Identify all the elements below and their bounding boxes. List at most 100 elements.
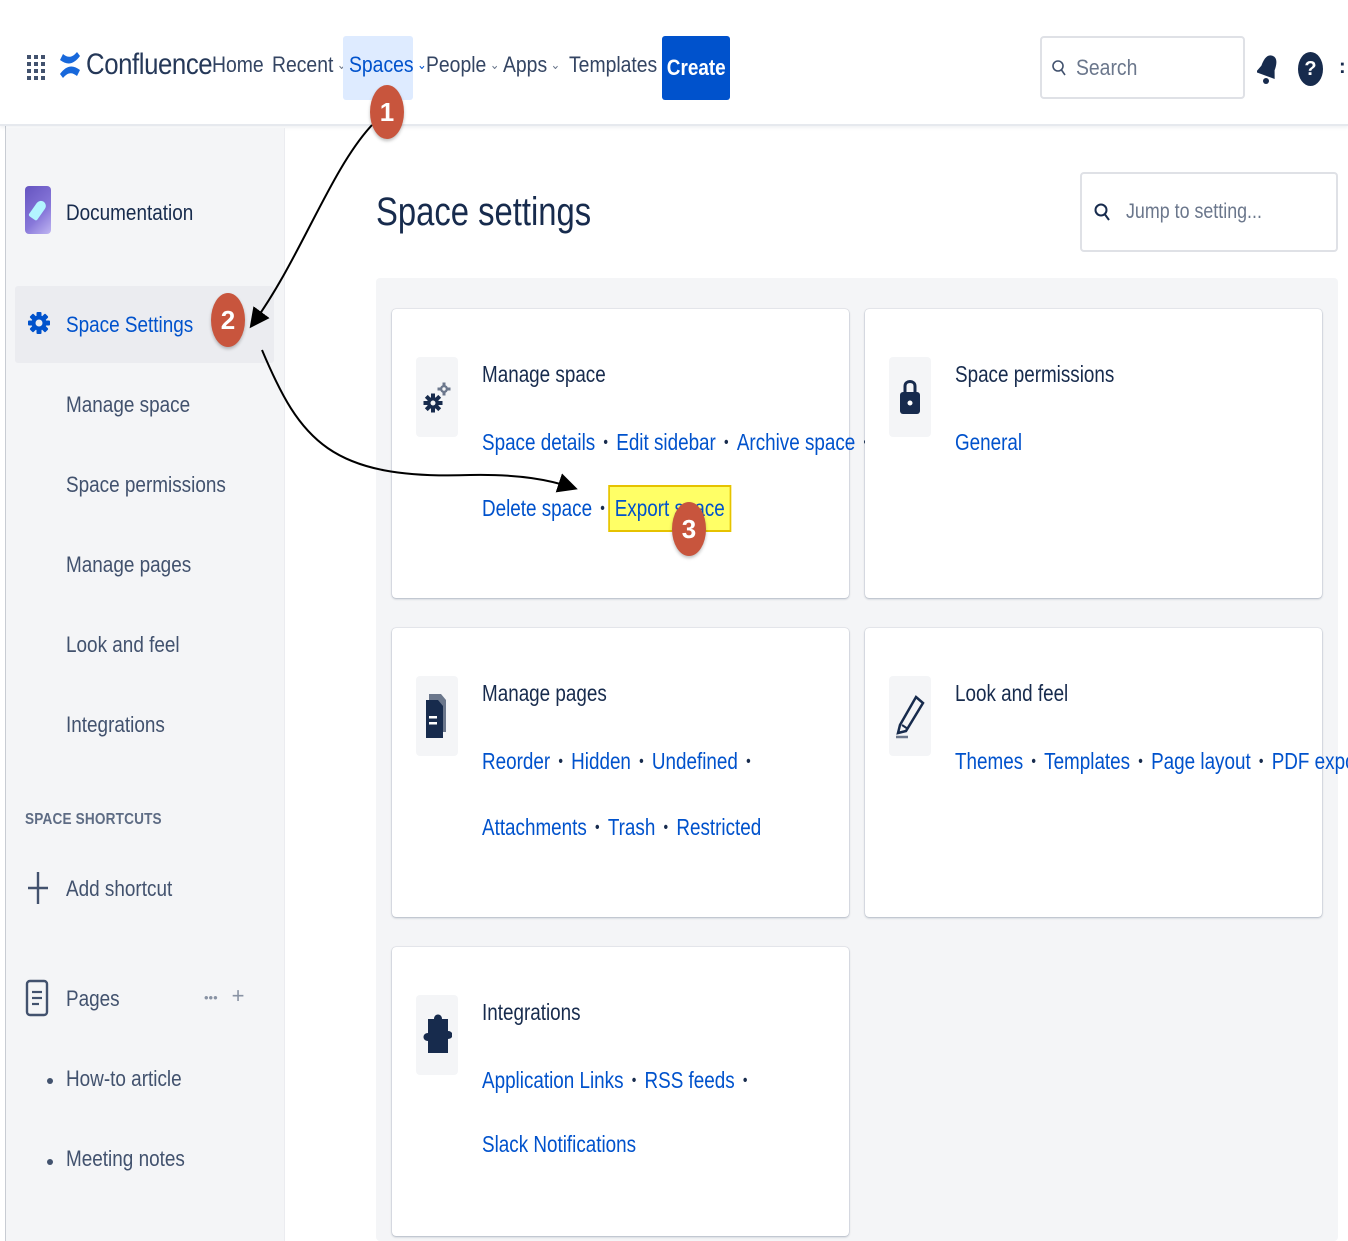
gear-icon: [28, 312, 50, 334]
add-page-icon[interactable]: +: [232, 983, 245, 1013]
card-manage-space: Manage space Space details • Edit sideba…: [392, 309, 868, 598]
separator: •: [639, 752, 644, 770]
puzzle-icon: [416, 995, 458, 1075]
card-title: Integrations: [482, 999, 581, 1025]
archive-space-link[interactable]: Archive space: [737, 429, 855, 456]
separator: •: [746, 752, 751, 770]
nav-recent[interactable]: Recent ⌄: [272, 52, 346, 78]
card-look-and-feel: Look and feel Themes • Templates • Page …: [865, 628, 1348, 917]
link-row: General: [955, 429, 1022, 456]
card-integrations: Integrations Application Links • RSS fee…: [392, 947, 849, 1236]
create-button-label: Create: [666, 55, 726, 80]
help-icon[interactable]: ?: [1298, 52, 1323, 86]
nav-apps[interactable]: Apps ⌄: [503, 52, 560, 78]
search-icon: [1094, 203, 1110, 221]
plus-icon[interactable]: [26, 870, 50, 906]
space-details-link[interactable]: Space details: [482, 429, 595, 456]
jump-placeholder: Jump to setting...: [1126, 200, 1262, 223]
notifications-bell-icon[interactable]: [1257, 52, 1279, 86]
card-title: Manage pages: [482, 680, 607, 706]
step-badge-3: 3: [672, 502, 706, 556]
sidebar-item-integrations[interactable]: Integrations: [66, 712, 165, 738]
delete-space-link[interactable]: Delete space: [482, 495, 592, 522]
page-layout-link[interactable]: Page layout: [1151, 748, 1251, 775]
separator: •: [631, 1071, 637, 1089]
sidebar-item-manage-pages[interactable]: Manage pages: [66, 552, 191, 578]
nav-people-label: People: [426, 52, 487, 77]
card-title: Look and feel: [955, 680, 1069, 706]
nav-home[interactable]: Home: [212, 52, 264, 78]
more-actions-icon[interactable]: •••: [204, 983, 218, 1013]
trash-link[interactable]: Trash: [608, 814, 656, 841]
link-row: Themes • Templates • Page layout • PDF e…: [955, 748, 1348, 775]
chevron-down-icon: ⌄: [550, 57, 561, 72]
sidebar-item-space-permissions[interactable]: Space permissions: [66, 472, 226, 498]
card-title: Space permissions: [955, 361, 1115, 387]
reorder-link[interactable]: Reorder: [482, 748, 550, 775]
sidebar-item-space-settings-label: Space Settings: [66, 312, 194, 337]
nav-templates[interactable]: Templates: [569, 52, 657, 78]
pages-actions: ••• +: [204, 983, 245, 1013]
page-tree-item[interactable]: Meeting notes: [66, 1146, 185, 1172]
space-name[interactable]: Documentation: [66, 200, 193, 226]
templates-link[interactable]: Templates: [1044, 748, 1130, 775]
step-badge-1: 1: [370, 85, 404, 139]
search-input[interactable]: Search: [1040, 36, 1245, 99]
card-space-permissions: Space permissions General: [865, 309, 1322, 598]
separator: •: [600, 499, 605, 517]
confluence-logo[interactable]: Confluence: [58, 48, 233, 82]
separator: •: [595, 818, 600, 836]
nav-recent-label: Recent: [272, 52, 334, 77]
separator: •: [663, 818, 669, 836]
attachments-link[interactable]: Attachments: [482, 814, 587, 841]
nav-people[interactable]: People ⌄: [426, 52, 499, 78]
rss-feeds-link[interactable]: RSS feeds: [645, 1067, 735, 1094]
card-manage-pages: Manage pages Reorder • Hidden • Undefine…: [392, 628, 849, 917]
separator: •: [742, 1071, 748, 1089]
bullet-icon: [47, 1159, 53, 1165]
separator: •: [558, 752, 563, 770]
hidden-link[interactable]: Hidden: [571, 748, 631, 775]
page-title: Space settings: [376, 190, 592, 234]
separator: •: [1258, 752, 1264, 770]
link-row: Attachments • Trash • Restricted: [482, 814, 761, 841]
link-row: Application Links • RSS feeds •: [482, 1067, 756, 1094]
gears-icon: [416, 357, 458, 437]
jump-to-setting-input[interactable]: Jump to setting...: [1080, 172, 1338, 252]
nav-home-label: Home: [212, 52, 264, 77]
pencil-icon: [889, 676, 931, 756]
brand-name: Confluence: [86, 48, 213, 81]
card-title: Manage space: [482, 361, 606, 387]
create-button[interactable]: Create: [662, 36, 730, 100]
export-space-link[interactable]: Export space: [608, 485, 732, 532]
link-row: Reorder • Hidden • Undefined •: [482, 748, 759, 775]
profile-menu-icon[interactable]: :: [1339, 56, 1346, 78]
add-shortcut-link[interactable]: Add shortcut: [66, 876, 172, 902]
page-tree-item[interactable]: How-to article: [66, 1066, 182, 1092]
application-links-link[interactable]: Application Links: [482, 1067, 624, 1094]
space-shortcuts-heading: SPACE SHORTCUTS: [25, 811, 162, 828]
restricted-link[interactable]: Restricted: [676, 814, 761, 841]
separator: •: [724, 433, 729, 451]
app-switcher-icon[interactable]: [27, 55, 47, 83]
nav-spaces-label: Spaces: [349, 52, 414, 77]
lock-icon: [889, 357, 931, 437]
undefined-link[interactable]: Undefined: [652, 748, 738, 775]
edit-sidebar-link[interactable]: Edit sidebar: [616, 429, 716, 456]
link-row: Slack Notifications: [482, 1131, 636, 1158]
sidebar-item-look-and-feel[interactable]: Look and feel: [66, 632, 180, 658]
pdf-export-link[interactable]: PDF export: [1272, 748, 1348, 775]
themes-link[interactable]: Themes: [955, 748, 1023, 775]
nav-spaces[interactable]: Spaces ⌄: [349, 52, 427, 78]
slack-notifications-link[interactable]: Slack Notifications: [482, 1131, 636, 1158]
general-permissions-link[interactable]: General: [955, 429, 1022, 456]
pages-section-label[interactable]: Pages: [66, 986, 120, 1012]
nav-apps-label: Apps: [503, 52, 548, 77]
link-row: Space details • Edit sidebar • Archive s…: [482, 429, 876, 456]
chevron-down-icon: ⌄: [489, 57, 500, 72]
document-icon: [416, 676, 458, 756]
nav-templates-label: Templates: [569, 52, 658, 77]
sidebar-item-manage-space[interactable]: Manage space: [66, 392, 190, 418]
space-avatar[interactable]: [25, 186, 51, 234]
separator: •: [1138, 752, 1143, 770]
